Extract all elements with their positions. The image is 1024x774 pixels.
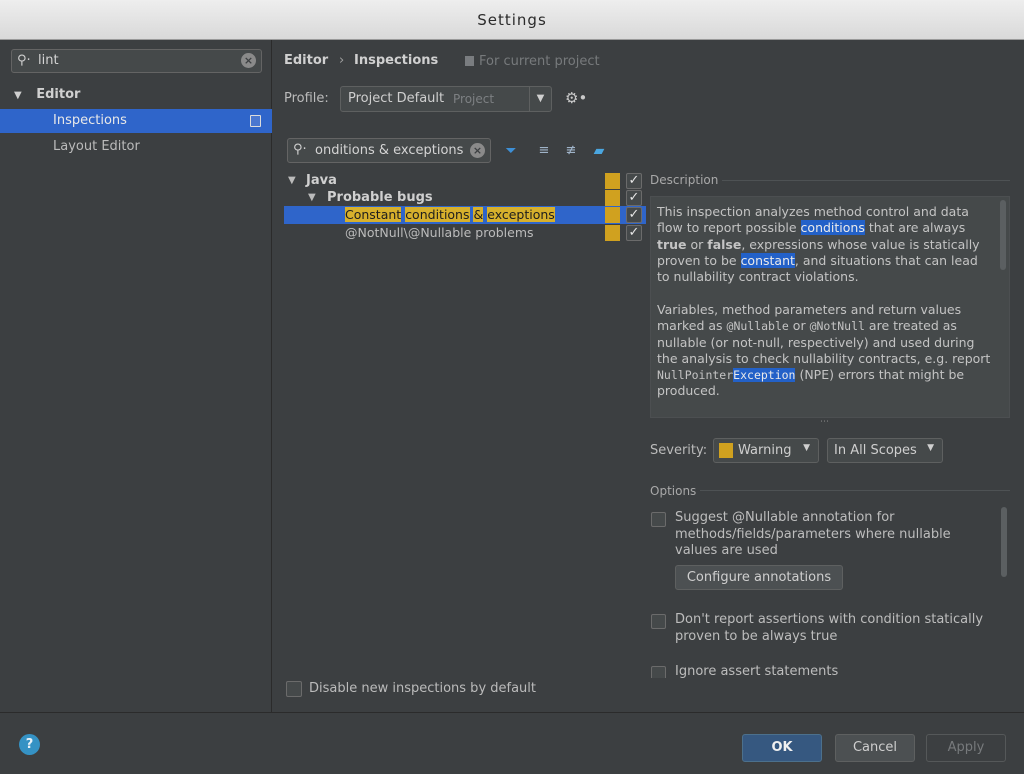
options-title: Options xyxy=(650,484,697,498)
cancel-button[interactable]: Cancel xyxy=(835,734,915,762)
window-title: Settings xyxy=(477,11,547,29)
gear-icon[interactable]: ⚙• xyxy=(565,89,587,107)
tree-node-label: Java xyxy=(306,173,337,188)
description-paragraph: Variables, method parameters and return … xyxy=(657,302,993,400)
clear-search-icon[interactable]: × xyxy=(241,53,256,68)
settings-search-input[interactable]: ⚲‧ lint × xyxy=(11,49,262,73)
search-icon: ⚲‧ xyxy=(17,53,31,68)
description-paragraph: This inspection analyzes method control … xyxy=(657,204,993,285)
divider xyxy=(722,180,1010,181)
code-notnull: @NotNull xyxy=(809,319,865,334)
enable-checkbox[interactable]: ✓ xyxy=(626,190,642,206)
profile-label: Profile: xyxy=(284,91,329,106)
description-text: or xyxy=(686,236,708,252)
configure-annotations-button[interactable]: Configure annotations xyxy=(675,565,843,590)
match-highlight: conditions xyxy=(405,207,470,222)
code-nullable: @Nullable xyxy=(726,319,789,334)
severity-value: Warning xyxy=(738,443,792,458)
warning-color-swatch xyxy=(719,443,733,458)
tree-node-java[interactable]: ▼ Java ✓ xyxy=(284,172,646,190)
window-titlebar: Settings xyxy=(0,0,1024,40)
options-scrollbar[interactable] xyxy=(1001,507,1007,577)
disable-new-inspections-label: Disable new inspections by default xyxy=(309,681,537,696)
tree-node-label: @NotNull\@Nullable problems xyxy=(345,225,534,240)
option-label: Don't report assertions with condition s… xyxy=(675,612,984,644)
match-highlight: & xyxy=(473,207,484,222)
description-title: Description xyxy=(650,173,719,187)
tree-node-notnull-nullable[interactable]: @NotNull\@Nullable problems ✓ xyxy=(284,224,646,242)
sidebar-item-inspections[interactable]: Inspections xyxy=(0,109,272,133)
enable-checkbox[interactable]: ✓ xyxy=(626,207,642,223)
expand-all-icon[interactable]: ≡ xyxy=(534,141,554,161)
match-highlight: exceptions xyxy=(487,207,555,222)
sidebar-group-editor[interactable]: ▼ Editor xyxy=(14,85,80,105)
chevron-down-icon[interactable]: ▼ xyxy=(308,189,316,207)
apply-button[interactable]: Apply xyxy=(926,734,1006,762)
dont-report-assertions-checkbox[interactable] xyxy=(651,614,666,629)
severity-indicator xyxy=(605,173,620,189)
scope-note: For current project xyxy=(465,54,600,69)
sidebar-group-label: Editor xyxy=(36,87,81,102)
settings-search-value: lint xyxy=(38,53,59,68)
match-highlight: Constant xyxy=(345,207,402,222)
sidebar-item-label: Inspections xyxy=(53,113,127,128)
description-text: that are always xyxy=(864,220,966,236)
sidebar-item-label: Layout Editor xyxy=(53,139,140,154)
project-scope-icon xyxy=(250,115,261,127)
reset-eraser-icon[interactable]: ▰ xyxy=(589,141,609,161)
description-text: or xyxy=(788,318,810,334)
tree-node-label: Constant conditions & exceptions xyxy=(345,206,555,224)
scope-value: In All Scopes xyxy=(834,443,917,458)
profile-select[interactable]: Project Default Project ▼ xyxy=(340,86,552,112)
severity-label: Severity: xyxy=(650,443,708,458)
keyword-true: true xyxy=(657,236,687,252)
severity-indicator xyxy=(605,207,620,223)
search-highlight: Exception xyxy=(733,368,796,383)
filter-icon[interactable]: ⏷ xyxy=(501,141,521,161)
ignore-assert-checkbox[interactable] xyxy=(651,666,666,678)
breadcrumb-inspections: Inspections xyxy=(354,53,439,68)
project-scope-icon xyxy=(465,56,474,66)
disable-new-inspections-checkbox[interactable] xyxy=(286,681,302,697)
collapse-all-icon[interactable]: ≢ xyxy=(561,141,581,161)
description-panel[interactable]: This inspection analyzes method control … xyxy=(650,196,1010,418)
chevron-down-icon[interactable]: ▼ xyxy=(288,172,296,190)
keyword-false: false xyxy=(707,236,742,252)
option-label: Ignore assert statements xyxy=(675,664,839,678)
clear-filter-icon[interactable]: × xyxy=(470,143,485,158)
scope-note-text: For current project xyxy=(479,54,600,69)
inspections-tree: ▼ Java ✓ ▼ Probable bugs ✓ Constant cond… xyxy=(284,170,646,678)
tree-node-probable-bugs[interactable]: ▼ Probable bugs ✓ xyxy=(284,189,646,207)
suggest-nullable-checkbox[interactable] xyxy=(651,512,666,527)
search-icon: ⚲‧ xyxy=(293,142,307,157)
enable-checkbox[interactable]: ✓ xyxy=(626,225,642,241)
enable-checkbox[interactable]: ✓ xyxy=(626,173,642,189)
scope-select[interactable]: In All Scopes ▼ xyxy=(827,438,943,463)
severity-select[interactable]: Warning ▼ xyxy=(713,438,819,463)
chevron-down-icon[interactable]: ▼ xyxy=(14,86,22,106)
profile-type: Project xyxy=(453,92,495,106)
tree-node-constant-conditions[interactable]: Constant conditions & exceptions ✓ xyxy=(284,206,646,224)
inspection-filter-value: onditions & exceptions xyxy=(315,143,464,158)
severity-indicator xyxy=(605,225,620,241)
breadcrumb-separator: › xyxy=(339,53,345,68)
dropdown-arrow-icon[interactable]: ▼ xyxy=(803,443,810,453)
search-highlight: constant xyxy=(740,252,795,268)
help-icon[interactable]: ? xyxy=(19,734,40,755)
divider xyxy=(700,490,1010,491)
dropdown-arrow-icon[interactable]: ▼ xyxy=(529,87,551,111)
breadcrumb-editor[interactable]: Editor xyxy=(284,53,328,68)
tree-node-label: Probable bugs xyxy=(327,190,433,205)
ok-button[interactable]: OK xyxy=(742,734,822,762)
severity-indicator xyxy=(605,190,620,206)
profile-value: Project Default xyxy=(348,91,445,106)
resize-grip-icon[interactable]: ⋯ xyxy=(820,417,830,427)
search-highlight: conditions xyxy=(800,220,865,236)
sidebar-item-layout-editor[interactable]: Layout Editor xyxy=(53,139,140,154)
option-label: Suggest @Nullable annotation for methods… xyxy=(675,510,951,558)
description-scrollbar[interactable] xyxy=(1000,200,1006,270)
dropdown-arrow-icon[interactable]: ▼ xyxy=(927,443,934,453)
inspection-filter-input[interactable]: ⚲‧ onditions & exceptions × xyxy=(287,138,491,163)
code-npe: NullPointer xyxy=(657,368,734,383)
